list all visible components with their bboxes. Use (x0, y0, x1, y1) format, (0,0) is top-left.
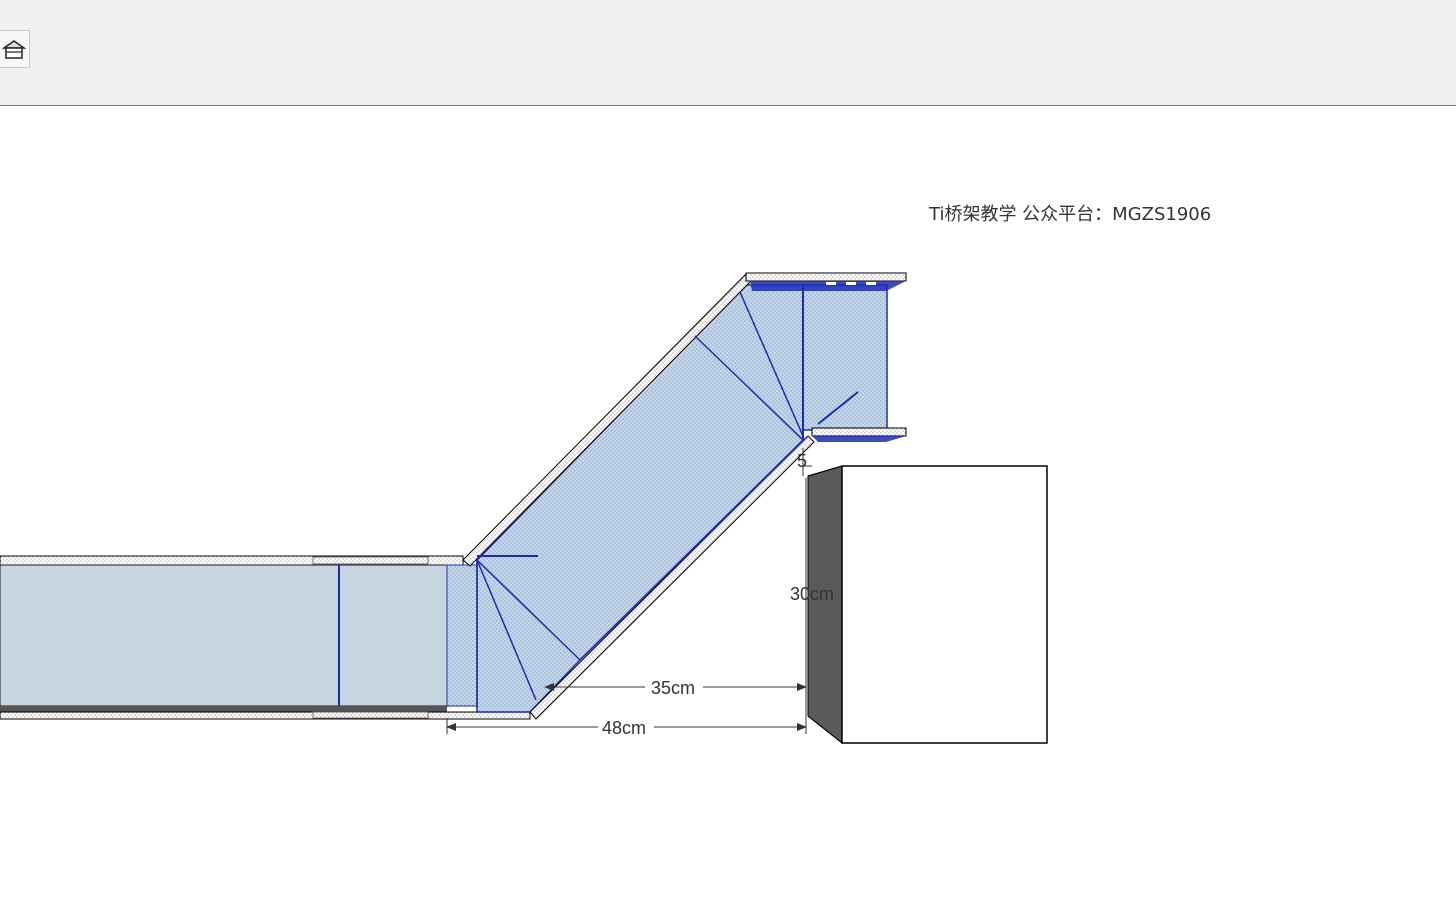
dimension-label-gap: 5 (797, 451, 807, 471)
model-scene: 35cm 48cm 30cm 5 (0, 272, 1048, 745)
obstacle-block[interactable] (807, 465, 1048, 745)
watermark-text: Ti桥架教学 公众平台：MGZS1906 (929, 204, 1212, 225)
elbow-connector[interactable] (446, 564, 478, 707)
dimension-label-30cm: 30cm (790, 584, 834, 604)
inclined-cable-tray[interactable] (462, 273, 815, 720)
dimension-label-48cm: 48cm (602, 718, 646, 738)
dimension-label-35cm: 35cm (651, 678, 695, 698)
